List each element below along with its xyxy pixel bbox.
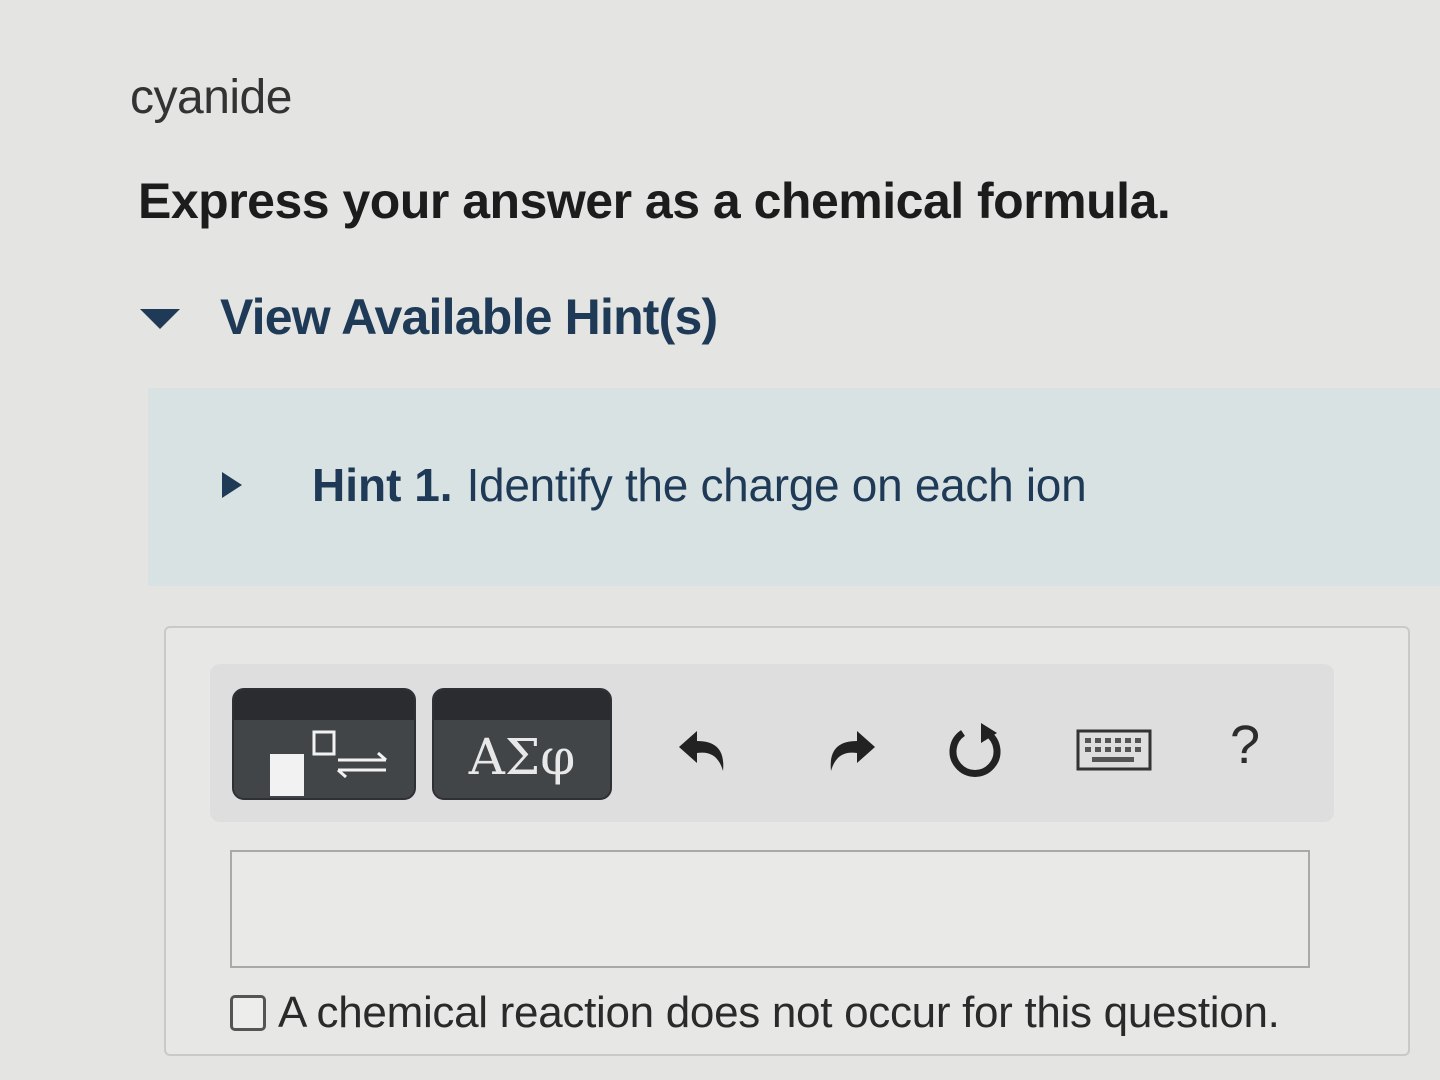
- no-reaction-checkbox[interactable]: [230, 995, 266, 1031]
- hint-1-toggle[interactable]: Hint 1. Identify the charge on each ion: [222, 458, 1087, 512]
- symbols-label: ΑΣφ: [468, 728, 576, 786]
- symbols-button[interactable]: ΑΣφ: [432, 688, 612, 800]
- redo-button[interactable]: [814, 716, 884, 786]
- expanded-triangle-icon: [140, 309, 180, 329]
- reset-icon: [949, 723, 1001, 777]
- hint-panel: Hint 1. Identify the charge on each ion: [148, 388, 1440, 586]
- undo-button[interactable]: [670, 716, 740, 786]
- hint-title: Identify the charge on each ion: [466, 459, 1087, 511]
- keyboard-button[interactable]: [1074, 716, 1154, 786]
- keyboard-icon: [1076, 729, 1152, 771]
- help-button[interactable]: ?: [1220, 714, 1270, 784]
- redo-icon: [830, 731, 875, 771]
- hint-number: Hint 1.: [312, 459, 453, 511]
- math-toolbar: ΑΣφ ?: [210, 664, 1334, 822]
- answer-instruction: Express your answer as a chemical formul…: [138, 173, 1171, 229]
- templates-button[interactable]: [232, 688, 416, 800]
- question-part-name: cyanide: [130, 71, 292, 124]
- collapsed-triangle-icon: [222, 472, 242, 498]
- undo-icon: [679, 731, 724, 771]
- no-reaction-option[interactable]: A chemical reaction does not occur for t…: [230, 988, 1280, 1038]
- answer-box: ΑΣφ ? A chemical reaction does not occur…: [164, 626, 1410, 1056]
- reset-button[interactable]: [940, 716, 1010, 786]
- answer-input[interactable]: [230, 850, 1310, 968]
- no-reaction-label: A chemical reaction does not occur for t…: [278, 988, 1280, 1037]
- view-hints-toggle[interactable]: View Available Hint(s): [140, 288, 718, 346]
- view-hints-label: View Available Hint(s): [220, 289, 718, 345]
- templates-icon: [270, 730, 387, 796]
